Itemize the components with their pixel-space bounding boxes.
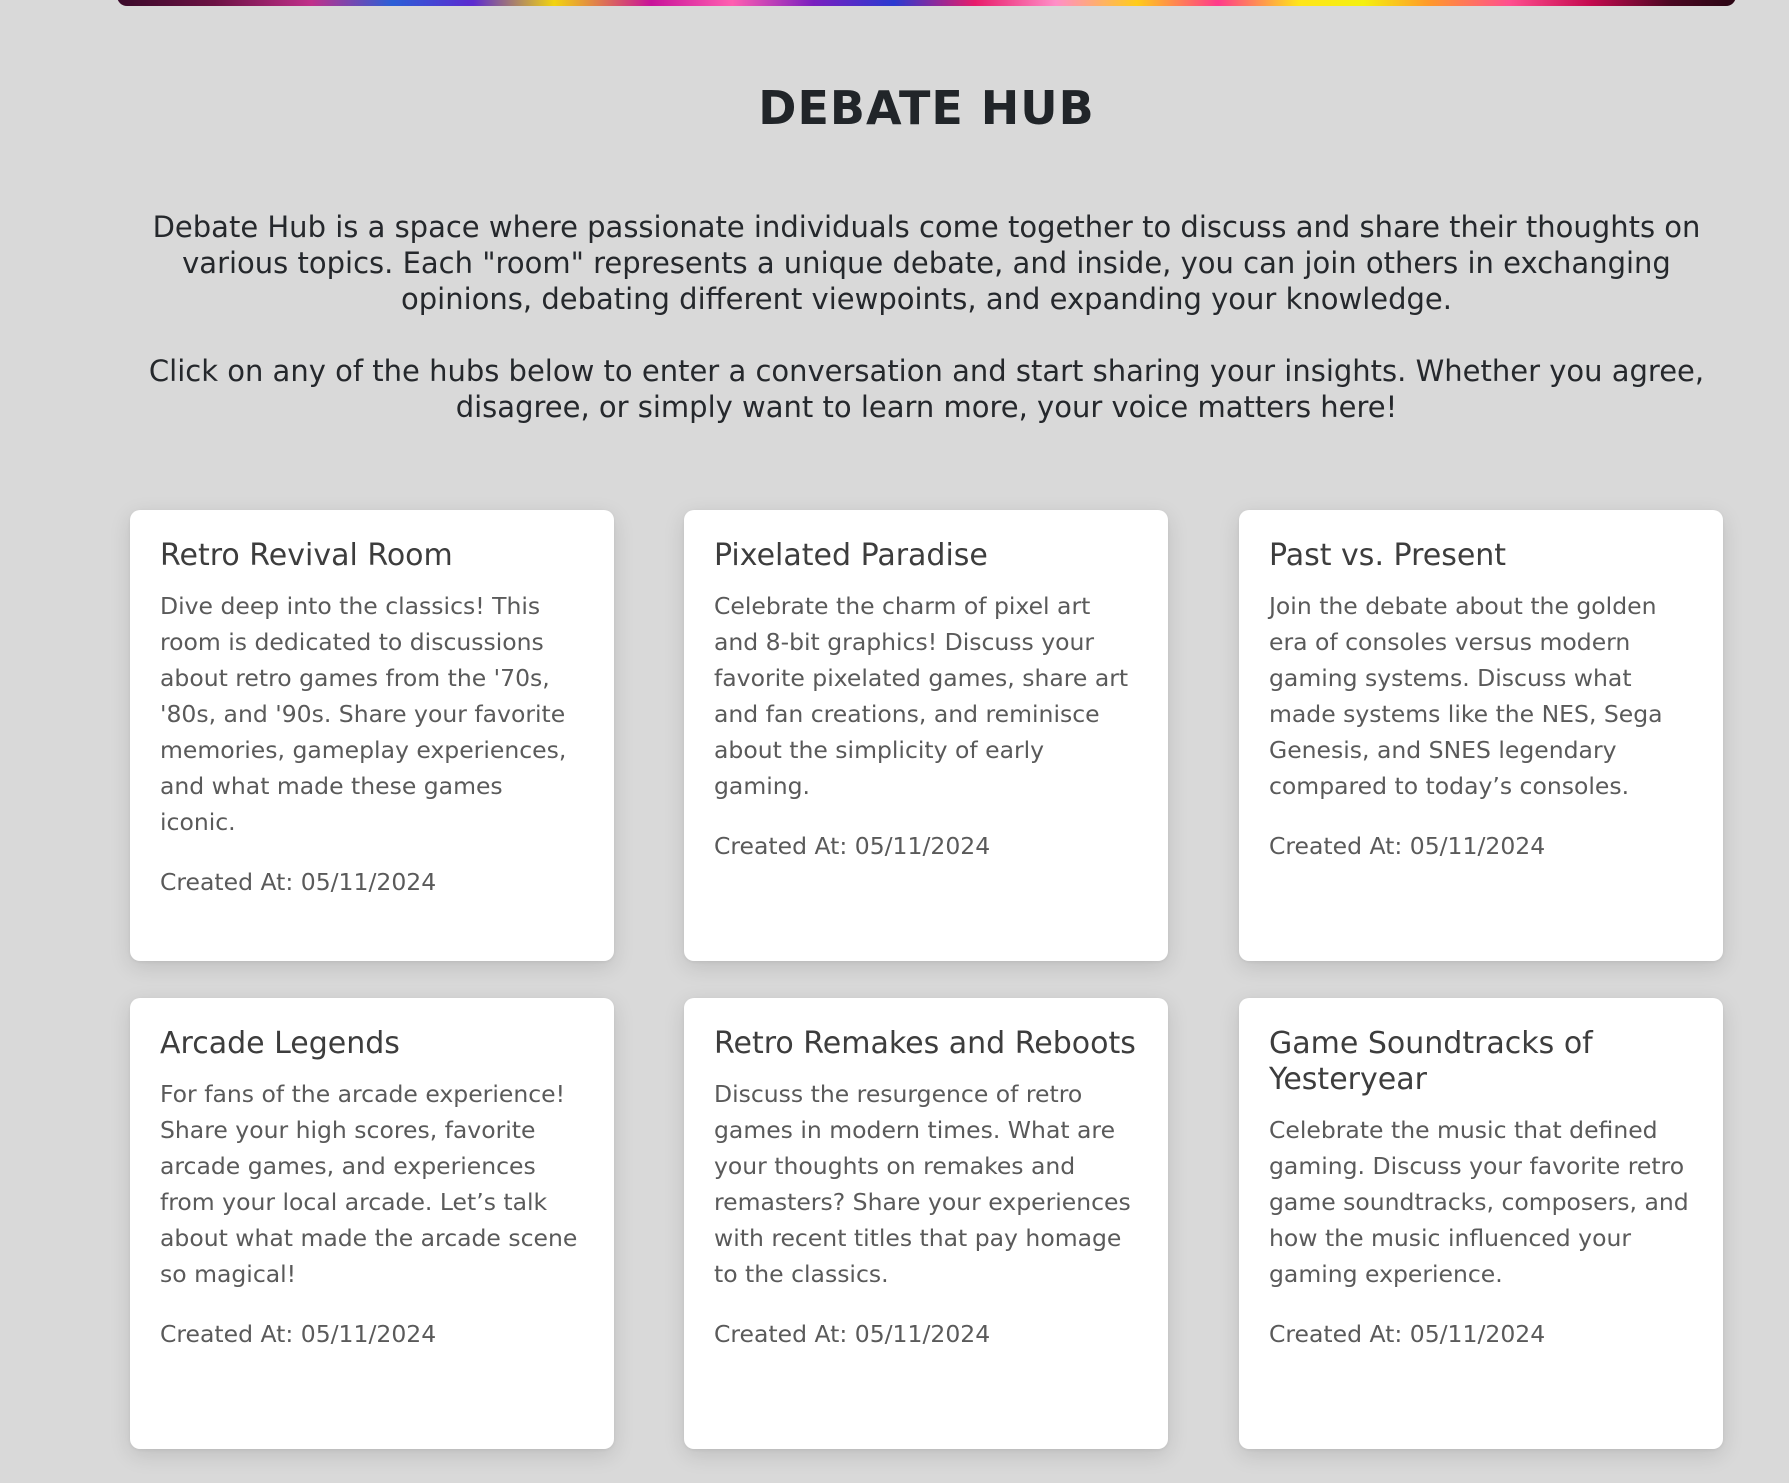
intro-instructions: Click on any of the hubs below to enter … <box>148 354 1705 424</box>
hub-card-created-at: Created At: 05/11/2024 <box>714 1320 991 1348</box>
hub-card-title: Retro Revival Room <box>160 538 453 573</box>
hub-card-retro-revival-room[interactable]: Retro Revival Room Dive deep into the cl… <box>130 510 614 961</box>
hub-card-created-at: Created At: 05/11/2024 <box>160 868 437 896</box>
header-banner-image <box>117 0 1736 6</box>
hub-card-title: Pixelated Paradise <box>714 538 988 573</box>
hub-card-title: Arcade Legends <box>160 1026 400 1061</box>
hub-card-title: Past vs. Present <box>1269 538 1507 573</box>
hub-card-description: For fans of the arcade experience! Share… <box>160 1080 578 1288</box>
hub-card-created-at: Created At: 05/11/2024 <box>160 1320 437 1348</box>
hub-card-description: Dive deep into the classics! This room i… <box>160 592 567 836</box>
hub-card-pixelated-paradise[interactable]: Pixelated Paradise Celebrate the charm o… <box>684 510 1168 961</box>
hub-card-description: Join the debate about the golden era of … <box>1269 592 1663 800</box>
hub-card-created-at: Created At: 05/11/2024 <box>1269 832 1546 860</box>
page-title: DEBATE HUB <box>758 81 1095 135</box>
hub-card-retro-remakes-and-reboots[interactable]: Retro Remakes and Reboots Discuss the re… <box>684 998 1168 1449</box>
debate-hub-page: DEBATE HUB Debate Hub is a space where p… <box>0 0 1789 1483</box>
hub-card-created-at: Created At: 05/11/2024 <box>1269 1320 1546 1348</box>
hub-card-description: Discuss the resurgence of retro games in… <box>714 1080 1131 1288</box>
hub-card-description: Celebrate the charm of pixel art and 8-b… <box>714 592 1129 800</box>
hub-card-title: Game Soundtracks of Yesteryear <box>1269 1026 1593 1097</box>
hub-card-created-at: Created At: 05/11/2024 <box>714 832 991 860</box>
hub-card-past-vs-present[interactable]: Past vs. Present Join the debate about t… <box>1239 510 1723 961</box>
hub-card-description: Celebrate the music that defined gaming.… <box>1269 1116 1689 1288</box>
hub-card-game-soundtracks-of-yesteryear[interactable]: Game Soundtracks of Yesteryear Celebrate… <box>1239 998 1723 1449</box>
hub-card-arcade-legends[interactable]: Arcade Legends For fans of the arcade ex… <box>130 998 614 1449</box>
hub-card-title: Retro Remakes and Reboots <box>714 1026 1136 1061</box>
intro-paragraph: Debate Hub is a space where passionate i… <box>152 210 1701 316</box>
